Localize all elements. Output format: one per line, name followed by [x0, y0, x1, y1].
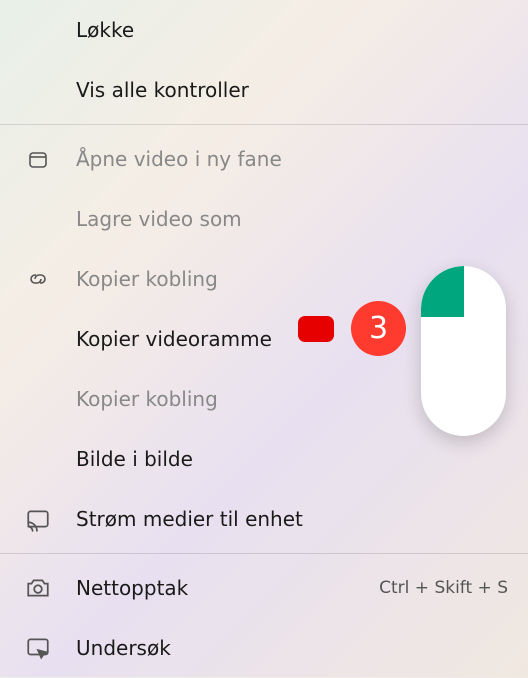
icon-placeholder — [22, 443, 54, 475]
inspect-icon — [22, 632, 54, 664]
label-show-all: Vis alle kontroller — [76, 78, 508, 102]
separator — [0, 553, 528, 554]
label-open-new-tab: Åpne video i ny fane — [76, 147, 508, 171]
icon-placeholder — [22, 203, 54, 235]
menu-item-picture-in-picture[interactable]: Bilde i bilde — [0, 429, 528, 489]
label-pip: Bilde i bilde — [76, 447, 508, 471]
step-number: 3 — [369, 311, 388, 346]
menu-item-save-video-as: Lagre video som — [0, 189, 528, 249]
icon-placeholder — [22, 14, 54, 46]
cast-icon — [22, 503, 54, 535]
new-tab-icon — [22, 143, 54, 175]
icon-placeholder — [22, 323, 54, 355]
menu-item-inspect[interactable]: Undersøk — [0, 618, 528, 678]
icon-placeholder — [22, 74, 54, 106]
camera-icon — [22, 572, 54, 604]
red-indicator — [298, 316, 334, 342]
icon-placeholder — [22, 383, 54, 415]
label-inspect: Undersøk — [76, 636, 508, 660]
menu-item-cast-media[interactable]: Strøm medier til enhet — [0, 489, 528, 549]
mouse-illustration — [421, 266, 506, 436]
shortcut-web-capture: Ctrl + Skift + S — [379, 578, 508, 598]
label-web-capture: Nettopptak — [76, 576, 379, 600]
label-loop: Løkke — [76, 18, 508, 42]
label-save-as: Lagre video som — [76, 207, 508, 231]
menu-item-web-capture[interactable]: Nettopptak Ctrl + Skift + S — [0, 558, 528, 618]
menu-item-show-all-controls[interactable]: Vis alle kontroller — [0, 60, 528, 120]
step-badge: 3 — [351, 301, 406, 356]
link-icon — [22, 263, 54, 295]
label-cast: Strøm medier til enhet — [76, 507, 508, 531]
menu-item-loop[interactable]: Løkke — [0, 0, 528, 60]
menu-item-open-new-tab: Åpne video i ny fane — [0, 129, 528, 189]
separator — [0, 124, 528, 125]
